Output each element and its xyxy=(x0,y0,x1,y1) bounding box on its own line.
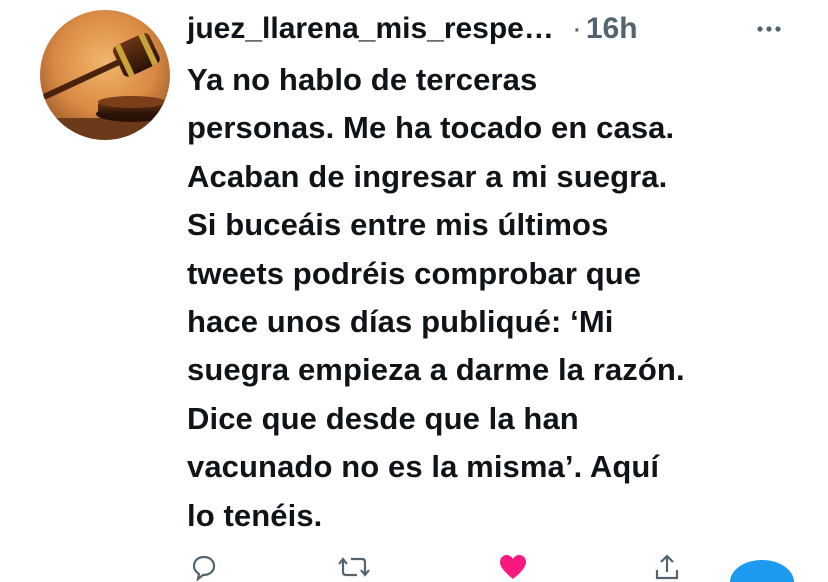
separator-dot: · xyxy=(571,12,582,45)
more-icon xyxy=(757,26,781,32)
tweet-body-line: tweets podréis comprobar que xyxy=(187,255,642,291)
gavel-icon xyxy=(40,10,170,140)
share-button[interactable] xyxy=(652,552,682,582)
tweet[interactable]: juez_llarena_mis_respe… · 16h Ya no habl… xyxy=(0,0,828,582)
heart-icon xyxy=(500,555,526,579)
tweet-body: Ya no hablo de terceras personas. Me ha … xyxy=(187,56,807,540)
tweet-body-line: suegra empieza a darme la razón. xyxy=(187,352,685,388)
timestamp[interactable]: 16h xyxy=(586,12,638,46)
reply-button[interactable] xyxy=(189,552,219,582)
tweet-body-line: personas. Me ha tocado en casa. xyxy=(187,110,675,146)
tweet-body-line: Ya no hablo de terceras xyxy=(187,62,538,97)
avatar[interactable] xyxy=(40,10,170,140)
compose-button[interactable] xyxy=(727,552,797,582)
like-button[interactable] xyxy=(497,552,529,582)
action-bar xyxy=(187,552,807,582)
tweet-body-line: hace unos días publiqué: ‘Mi xyxy=(187,304,614,340)
compose-icon xyxy=(730,560,794,582)
reply-icon xyxy=(192,555,216,582)
tweet-body-line: Dice que desde que la han xyxy=(187,400,579,436)
tweet-body-line: vacunado no es la misma’. Aquí xyxy=(187,449,660,485)
username[interactable]: juez_llarena_mis_respe… xyxy=(187,12,554,46)
tweet-body-line: Si buceáis entre mis últimos xyxy=(187,207,609,243)
share-icon xyxy=(655,554,679,580)
retweet-button[interactable] xyxy=(337,552,371,582)
tweet-header: juez_llarena_mis_respe… · 16h xyxy=(187,8,638,50)
retweet-icon xyxy=(338,557,370,577)
tweet-body-line: Acaban de ingresar a mi suegra. xyxy=(187,158,668,194)
more-options-button[interactable] xyxy=(752,14,786,44)
tweet-body-line: lo tenéis. xyxy=(187,497,323,533)
